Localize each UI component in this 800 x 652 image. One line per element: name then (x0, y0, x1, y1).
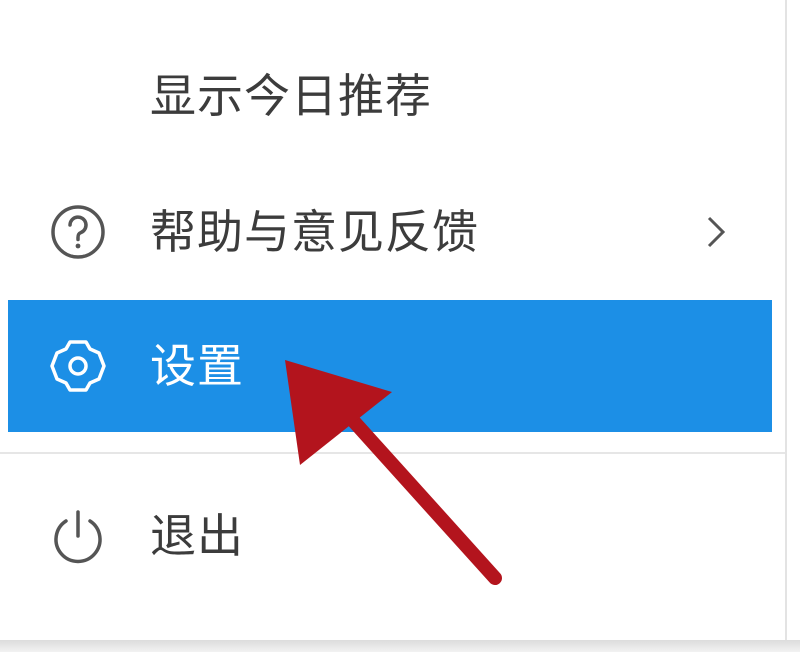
menu-item-help-feedback[interactable]: 帮助与意见反馈 (8, 166, 772, 298)
help-circle-icon (51, 205, 105, 259)
menu-border (785, 0, 787, 640)
gear-icon (50, 340, 106, 392)
chevron-right-icon (707, 216, 726, 248)
menu-item-label: 退出 (150, 509, 244, 563)
menu-item-label: 显示今日推荐 (150, 69, 432, 123)
menu-item-settings[interactable]: 设置 (8, 300, 772, 432)
context-menu: 显示今日推荐 帮助与意见反馈 设置 退出 (0, 0, 785, 640)
menu-item-label: 设置 (150, 339, 244, 393)
menu-item-logout[interactable]: 退出 (8, 470, 772, 602)
menu-shadow (0, 640, 800, 652)
menu-item-label: 帮助与意见反馈 (150, 205, 479, 259)
menu-divider (0, 452, 785, 454)
power-icon (54, 510, 102, 564)
menu-item-show-recommendations[interactable]: 显示今日推荐 (8, 30, 772, 162)
